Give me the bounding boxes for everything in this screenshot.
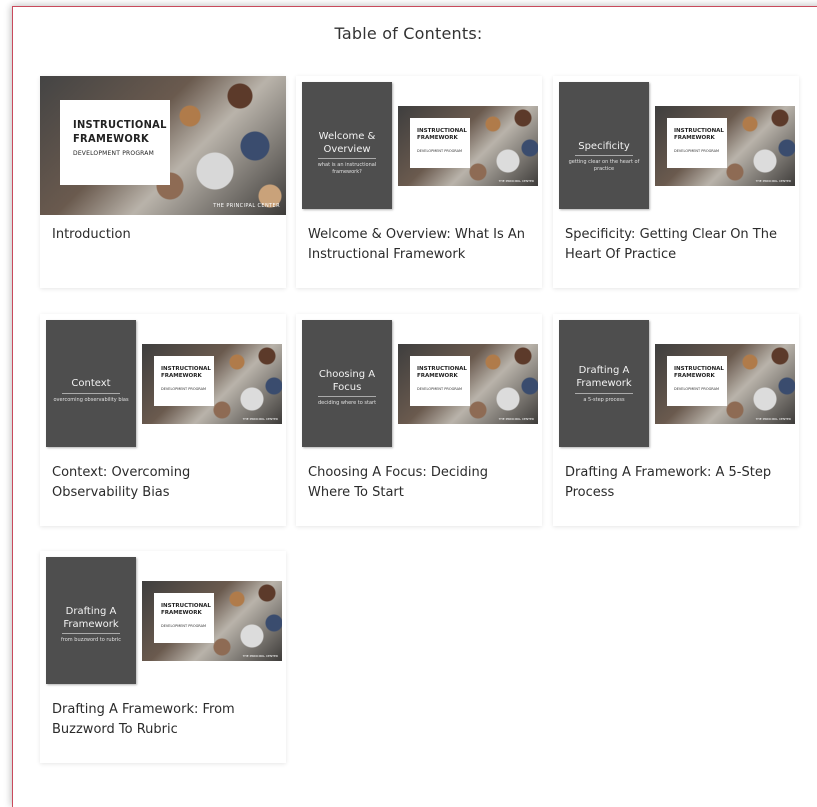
slide-divider [62,393,120,394]
photo-title-line1: INSTRUCTIONAL [417,366,467,372]
slide-title: Specificity [578,141,630,152]
photo-title-line1: INSTRUCTIONAL [161,366,211,372]
photo-credit: THE PRINCIPAL CENTER [755,179,791,183]
program-title-line1: INSTRUCTIONAL [73,118,167,131]
slide-photo: INSTRUCTIONAL FRAMEWORK DEVELOPMENT PROGR… [398,344,538,424]
photo-title-line3: DEVELOPMENT PROGRAM [417,387,463,391]
photo-title-line1: INSTRUCTIONAL [674,366,724,372]
photo-title-line3: DEVELOPMENT PROGRAM [417,149,463,153]
lesson-title[interactable]: Choosing A Focus: Deciding Where To Star… [308,463,534,503]
lesson-thumbnail[interactable]: INSTRUCTIONAL FRAMEWORK DEVELOPMENT PROG… [40,76,286,215]
lesson-title[interactable]: Drafting A Framework: A 5-Step Process [565,463,791,503]
lesson-title[interactable]: Drafting A Framework: From Buzzword To R… [52,700,278,740]
slide-subtitle: what is an instructional framework? [317,162,377,175]
slide-title: Welcome & Overview [318,131,376,155]
photo-title-line1: INSTRUCTIONAL [674,128,724,134]
slide-title: Context [71,378,111,389]
slide-title-panel: Drafting A Framework a 5-step process [559,320,649,447]
lesson-thumbnail[interactable]: Drafting A Framework from buzzword to ru… [46,557,282,684]
photo-title-line3: DEVELOPMENT PROGRAM [674,149,720,153]
program-title-line3: DEVELOPMENT PROGRAM [73,150,154,157]
photo-title-line1: INSTRUCTIONAL [417,128,467,134]
photo-title-line2: FRAMEWORK [417,373,458,379]
photo-title-line3: DEVELOPMENT PROGRAM [674,387,720,391]
photo-credit: THE PRINCIPAL CENTER [242,417,278,421]
toc-heading: Table of Contents: [334,24,483,43]
slide-divider [575,155,633,156]
lesson-title[interactable]: Introduction [52,225,278,245]
slide-subtitle: deciding where to start [317,400,377,406]
slide-title: Drafting A Framework [63,606,119,630]
photo-title-line2: FRAMEWORK [161,373,202,379]
slide-photo: INSTRUCTIONAL FRAMEWORK DEVELOPMENT PROGR… [142,581,282,661]
slide-divider [318,396,376,397]
photo-credit: THE PRINCIPAL CENTER [755,417,791,421]
lesson-title[interactable]: Context: Overcoming Observability Bias [52,463,278,503]
slide-title-panel: Welcome & Overview what is an instructio… [302,82,392,209]
slide-photo: INSTRUCTIONAL FRAMEWORK DEVELOPMENT PROGR… [655,344,795,424]
slide-title-panel: Context overcoming observability bias [46,320,136,447]
photo-title-line2: FRAMEWORK [674,373,715,379]
lesson-thumbnail[interactable]: Specificity getting clear on the heart o… [559,82,795,209]
lesson-title[interactable]: Specificity: Getting Clear On The Heart … [565,225,791,265]
slide-photo: INSTRUCTIONAL FRAMEWORK DEVELOPMENT PROGR… [398,106,538,186]
slide-divider [318,158,376,159]
slide-title: Drafting A Framework [576,365,632,389]
slide-title-panel: Drafting A Framework from buzzword to ru… [46,557,136,684]
photo-title-line2: FRAMEWORK [161,610,202,616]
slide-subtitle: a 5-step process [583,397,625,403]
lesson-card-welcome-overview[interactable]: Welcome & Overview what is an instructio… [296,76,542,288]
lesson-title[interactable]: Welcome & Overview: What Is An Instructi… [308,225,534,265]
slide-subtitle: getting clear on the heart of practice [568,159,640,172]
lesson-thumbnail[interactable]: Welcome & Overview what is an instructio… [302,82,538,209]
photo-credit: THE PRINCIPAL CENTER [498,179,534,183]
photo-credit: THE PRINCIPAL CENTER [498,417,534,421]
slide-photo: INSTRUCTIONAL FRAMEWORK DEVELOPMENT PROGR… [655,106,795,186]
slide-divider [575,393,633,394]
lesson-thumbnail[interactable]: Context overcoming observability bias IN… [46,320,282,447]
program-title-line2: FRAMEWORK [73,132,149,145]
slide-divider [62,633,120,634]
photo-credit: THE PRINCIPAL CENTER [242,654,278,658]
image-credit: THE PRINCIPAL CENTER [213,203,280,209]
lesson-card-choosing-focus[interactable]: Choosing A Focus deciding where to start… [296,314,542,526]
slide-title-panel: Specificity getting clear on the heart o… [559,82,649,209]
lesson-card-context[interactable]: Context overcoming observability bias IN… [40,314,286,526]
photo-title-line2: FRAMEWORK [417,135,458,141]
program-title-box: INSTRUCTIONAL FRAMEWORK DEVELOPMENT PROG… [60,100,170,185]
slide-subtitle: overcoming observability bias [53,397,129,403]
lesson-thumbnail[interactable]: Choosing A Focus deciding where to start… [302,320,538,447]
slide-subtitle: from buzzword to rubric [61,637,121,643]
photo-title-line2: FRAMEWORK [674,135,715,141]
photo-title-line3: DEVELOPMENT PROGRAM [161,387,207,391]
slide-title: Choosing A Focus [318,369,376,393]
lesson-card-introduction[interactable]: INSTRUCTIONAL FRAMEWORK DEVELOPMENT PROG… [40,76,286,288]
photo-title-line3: DEVELOPMENT PROGRAM [161,624,207,628]
slide-photo: INSTRUCTIONAL FRAMEWORK DEVELOPMENT PROGR… [142,344,282,424]
lesson-card-drafting-5-step[interactable]: Drafting A Framework a 5-step process IN… [553,314,799,526]
lesson-card-drafting-buzzword[interactable]: Drafting A Framework from buzzword to ru… [40,551,286,763]
lesson-thumbnail[interactable]: Drafting A Framework a 5-step process IN… [559,320,795,447]
photo-title-line1: INSTRUCTIONAL [161,603,211,609]
slide-title-panel: Choosing A Focus deciding where to start [302,320,392,447]
lesson-card-specificity[interactable]: Specificity getting clear on the heart o… [553,76,799,288]
